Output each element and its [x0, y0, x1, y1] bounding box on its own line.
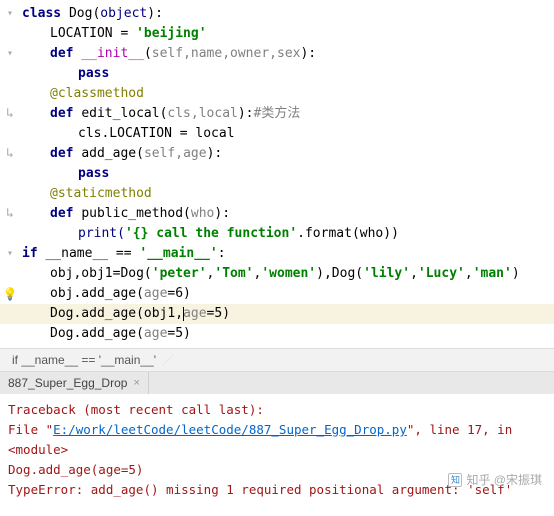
code-line[interactable]: LOCATION = 'beijing' [0, 24, 554, 44]
tab-label: 887_Super_Egg_Drop [8, 376, 127, 390]
breadcrumb-item[interactable]: if __name__ == '__main__' [0, 349, 168, 371]
code-line[interactable]: ▾ class Dog(object): [0, 4, 554, 24]
tab-file[interactable]: 887_Super_Egg_Drop × [0, 372, 149, 394]
code-editor[interactable]: ▾ class Dog(object): LOCATION = 'beijing… [0, 0, 554, 348]
code-line[interactable]: @classmethod [0, 84, 554, 104]
code-line[interactable]: pass [0, 64, 554, 84]
override-icon[interactable]: ↳ [2, 104, 18, 124]
lightbulb-icon[interactable]: 💡 [2, 284, 18, 304]
zhihu-icon: 知 [448, 473, 462, 487]
code-line[interactable]: 💡 obj.add_age(age=6) [0, 284, 554, 304]
code-line[interactable]: obj,obj1=Dog('peter','Tom','women'),Dog(… [0, 264, 554, 284]
close-icon[interactable]: × [133, 377, 139, 389]
code-line[interactable]: ▾ def __init__(self,name,owner,sex): [0, 44, 554, 64]
fold-icon[interactable]: ▾ [2, 4, 18, 24]
code-line[interactable]: ↳ def public_method(who): [0, 204, 554, 224]
console-output[interactable]: Traceback (most recent call last): File … [0, 394, 554, 506]
code-line[interactable]: ↳ def add_age(self,age): [0, 144, 554, 164]
code-line[interactable]: print('{} call the function'.format(who)… [0, 224, 554, 244]
breadcrumb[interactable]: if __name__ == '__main__' [0, 348, 554, 372]
code-line[interactable]: pass [0, 164, 554, 184]
traceback-header: Traceback (most recent call last): [8, 400, 546, 420]
override-icon[interactable]: ↳ [2, 204, 18, 224]
console-tab-bar: 887_Super_Egg_Drop × [0, 372, 554, 394]
code-line[interactable]: ▾ if __name__ == '__main__': [0, 244, 554, 264]
fold-icon[interactable]: ▾ [2, 244, 18, 264]
code-line-current[interactable]: Dog.add_age(obj1,age=5) [0, 304, 554, 324]
watermark: 知 知乎 @宋振琪 [448, 471, 542, 488]
traceback-file: File "E:/work/leetCode/leetCode/887_Supe… [8, 420, 546, 460]
fold-icon[interactable]: ▾ [2, 44, 18, 64]
override-icon[interactable]: ↳ [2, 144, 18, 164]
code-line[interactable]: Dog.add_age(age=5) [0, 324, 554, 344]
code-line[interactable]: cls.LOCATION = local [0, 124, 554, 144]
code-line[interactable]: @staticmethod [0, 184, 554, 204]
code-line[interactable]: ↳ def edit_local(cls,local):#类方法 [0, 104, 554, 124]
file-link[interactable]: E:/work/leetCode/leetCode/887_Super_Egg_… [53, 422, 407, 437]
